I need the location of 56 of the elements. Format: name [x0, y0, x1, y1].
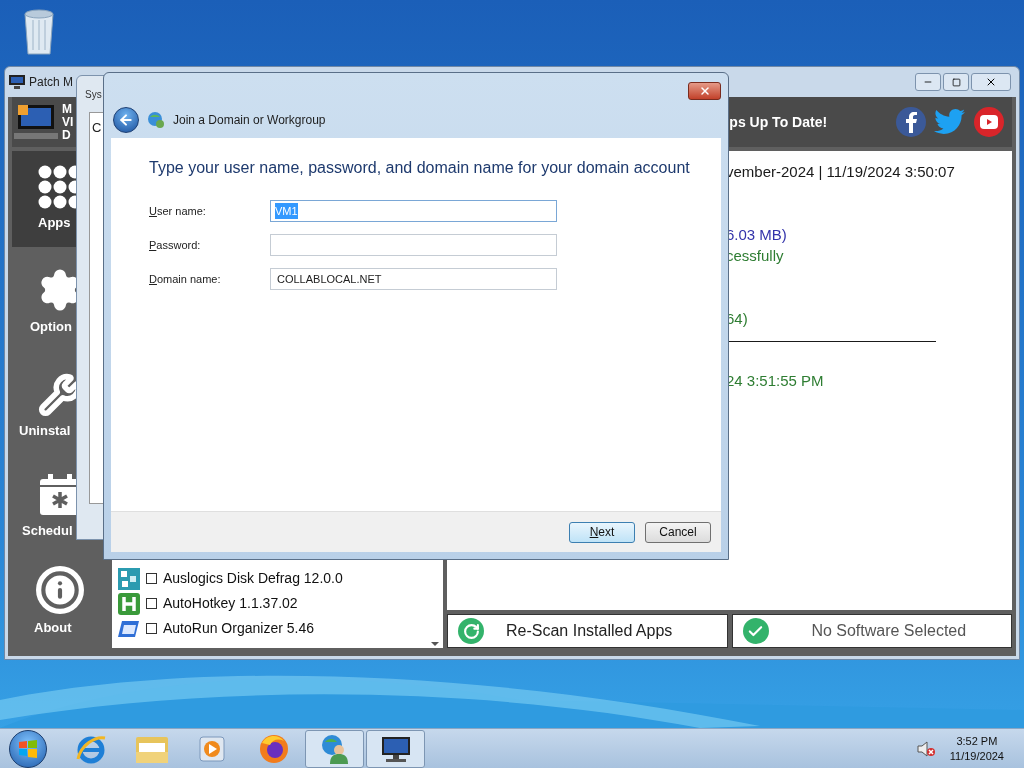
monitor-icon — [9, 75, 25, 89]
start-button[interactable] — [9, 729, 47, 768]
software-name: AutoHotkey 1.1.37.02 — [163, 594, 298, 613]
tiles-icon — [118, 567, 140, 590]
minimize-button[interactable] — [915, 73, 941, 91]
close-button[interactable] — [688, 82, 721, 100]
logo-text: D — [62, 128, 72, 142]
checkbox[interactable] — [146, 598, 157, 609]
firefox-icon[interactable] — [257, 732, 290, 765]
input-field[interactable]: COLLABLOCAL.NET — [270, 268, 557, 290]
close-icon — [985, 76, 997, 88]
window-title: Patch M — [29, 74, 73, 91]
logo-text: M — [62, 102, 73, 116]
software-name: AutoRun Organizer 5.46 — [163, 619, 314, 638]
facebook-icon[interactable] — [896, 107, 926, 137]
back-button[interactable] — [113, 106, 139, 133]
sidebar-item[interactable]: Uninstal — [12, 357, 108, 457]
windows-logo-icon — [18, 738, 38, 759]
scroll-down-icon[interactable] — [431, 642, 439, 646]
checkbox[interactable] — [146, 573, 157, 584]
maximize-button[interactable] — [943, 73, 969, 91]
field-label: Domain name: — [149, 271, 222, 287]
maximize-icon — [951, 77, 961, 87]
window-icon — [118, 618, 140, 639]
dialog-heading: Type your user name, password, and domain name for your domain account — [149, 158, 691, 178]
next-button[interactable]: Next — [569, 521, 635, 543]
status-button[interactable]: No Software Selected — [731, 614, 1012, 648]
banner-text: ps Up To Date! — [729, 112, 828, 132]
clock[interactable]: 3:52 PM 11/19/2024 — [949, 733, 1004, 764]
play-icon[interactable] — [974, 107, 1004, 137]
panel-text: C — [92, 120, 102, 135]
hotkey-icon — [118, 592, 140, 615]
log-line: —————————————— — [726, 330, 937, 350]
checkbox[interactable] — [146, 623, 157, 634]
window-title: Sys — [84, 88, 103, 102]
check-icon — [742, 618, 769, 644]
muted-speaker-icon[interactable] — [915, 739, 936, 758]
rescan-button[interactable]: Re-Scan Installed Apps — [447, 614, 728, 648]
network-icon — [147, 110, 165, 129]
taskbar-button[interactable] — [366, 729, 425, 768]
bird-icon[interactable] — [934, 108, 966, 136]
computer-icon — [14, 103, 58, 141]
monitor-icon[interactable] — [379, 734, 412, 763]
dialog-title: Join a Domain or Workgroup — [173, 111, 326, 129]
close-icon — [698, 85, 711, 97]
input-field[interactable] — [270, 234, 557, 256]
field-label: Password: — [149, 237, 202, 253]
logo-text: VI — [62, 115, 74, 129]
info-icon — [36, 566, 84, 615]
sidebar-item[interactable]: About — [12, 557, 108, 647]
log-line: vember-2024 | 11/19/2024 3:50:07 — [726, 162, 956, 182]
field-label: User name: — [149, 203, 207, 219]
software-name: Auslogics Disk Defrag 12.0.0 — [163, 569, 343, 588]
refresh-icon — [458, 618, 484, 644]
cancel-button[interactable]: Cancel — [645, 521, 711, 543]
recycle-bin-icon[interactable] — [21, 6, 57, 56]
